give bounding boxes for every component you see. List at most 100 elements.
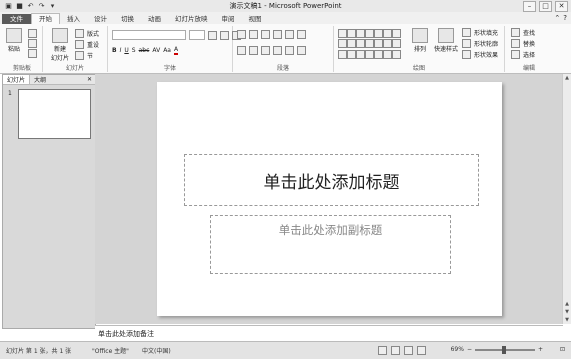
next-slide-icon[interactable]: ▼ <box>563 308 571 316</box>
zoom-slider-knob[interactable] <box>501 345 506 354</box>
shape-icon[interactable] <box>374 29 383 38</box>
reading-view-icon[interactable] <box>404 346 413 355</box>
quick-styles-button[interactable]: 快速样式 <box>434 28 458 53</box>
normal-view-icon[interactable] <box>378 346 387 355</box>
cut-icon[interactable] <box>28 29 37 38</box>
maximize-button[interactable]: □ <box>539 1 552 12</box>
slide-sorter-icon[interactable] <box>391 346 400 355</box>
replace-button[interactable]: 替换 <box>511 39 535 48</box>
shape-icon[interactable] <box>392 39 401 49</box>
shape-icon[interactable] <box>338 39 347 49</box>
underline-icon[interactable]: U <box>124 47 128 54</box>
slide-thumbnail[interactable] <box>18 89 91 139</box>
shape-icon[interactable] <box>338 29 347 38</box>
close-button[interactable]: ✕ <box>555 1 568 12</box>
subtitle-placeholder[interactable]: 单击此处添加副标题 <box>210 215 451 274</box>
shapes-gallery[interactable] <box>338 29 402 59</box>
prev-slide-icon[interactable]: ▲ <box>563 300 571 308</box>
shape-icon[interactable] <box>347 29 356 38</box>
zoom-level[interactable]: 69% <box>451 346 464 353</box>
decrease-indent-icon[interactable] <box>261 30 270 39</box>
layout-button[interactable]: 版式 <box>75 29 99 38</box>
align-right-icon[interactable] <box>261 46 270 55</box>
shape-effects-button[interactable]: 形状效果 <box>462 50 498 59</box>
font-name-combo[interactable] <box>112 30 186 40</box>
minimize-button[interactable]: – <box>523 1 536 12</box>
fit-to-window-icon[interactable]: ⊡ <box>560 346 565 353</box>
shape-icon[interactable] <box>356 29 365 38</box>
shape-icon[interactable] <box>383 29 392 38</box>
char-spacing-icon[interactable]: AV <box>152 47 160 54</box>
tab-view[interactable]: 视图 <box>242 14 269 24</box>
shape-icon[interactable] <box>347 49 356 59</box>
vertical-scrollbar[interactable]: ▲ ▲ ▼ ▼ <box>562 74 571 324</box>
shape-icon[interactable] <box>356 39 365 49</box>
align-center-icon[interactable] <box>249 46 258 55</box>
tab-slides-pane[interactable]: 幻灯片 <box>3 75 31 84</box>
language-indicator[interactable]: 中文(中国) <box>142 346 171 355</box>
line-spacing-icon[interactable] <box>285 30 294 39</box>
justify-icon[interactable] <box>273 46 282 55</box>
tab-outline-pane[interactable]: 大纲 <box>30 75 50 84</box>
zoom-out-icon[interactable]: − <box>467 346 472 353</box>
italic-icon[interactable]: I <box>120 47 122 54</box>
columns-icon[interactable] <box>285 46 294 55</box>
help-icon[interactable]: ? <box>563 14 567 22</box>
grow-font-icon[interactable] <box>208 30 217 40</box>
shape-icon[interactable] <box>347 39 356 49</box>
shape-icon[interactable] <box>374 49 383 59</box>
arrange-button[interactable]: 排列 <box>412 28 428 53</box>
shape-icon[interactable] <box>392 49 401 59</box>
scroll-up-icon[interactable]: ▲ <box>563 74 571 82</box>
align-left-icon[interactable] <box>237 46 246 55</box>
numbering-icon[interactable] <box>249 30 258 39</box>
font-color-icon[interactable]: A <box>173 46 179 55</box>
bullets-icon[interactable] <box>237 30 246 39</box>
zoom-in-icon[interactable]: + <box>538 346 543 353</box>
reset-button[interactable]: 重设 <box>75 40 99 49</box>
select-button[interactable]: 选择 <box>511 50 535 59</box>
shape-fill-button[interactable]: 形状填充 <box>462 28 498 37</box>
bold-icon[interactable]: B <box>112 47 117 54</box>
tab-animations[interactable]: 动画 <box>141 14 168 24</box>
shape-icon[interactable] <box>392 29 401 38</box>
zoom-slider[interactable] <box>474 345 535 354</box>
copy-icon[interactable] <box>28 39 37 48</box>
close-pane-icon[interactable]: ✕ <box>83 76 95 83</box>
shape-icon[interactable] <box>365 39 374 49</box>
tab-file[interactable]: 文件 <box>2 14 31 24</box>
text-direction-icon[interactable] <box>297 30 306 39</box>
tab-design[interactable]: 设计 <box>87 14 114 24</box>
minimize-ribbon-icon[interactable]: ⌃ <box>554 14 560 22</box>
shrink-font-icon[interactable] <box>220 30 229 40</box>
tab-home[interactable]: 开始 <box>31 13 60 24</box>
shape-icon[interactable] <box>365 49 374 59</box>
slideshow-icon[interactable] <box>417 346 426 355</box>
increase-indent-icon[interactable] <box>273 30 282 39</box>
shape-icon[interactable] <box>338 49 347 59</box>
align-text-icon[interactable] <box>297 46 306 55</box>
tab-transitions[interactable]: 切换 <box>114 14 141 24</box>
notes-pane[interactable]: 单击此处添加备注 <box>95 325 563 342</box>
tab-review[interactable]: 审阅 <box>215 14 242 24</box>
new-slide-button[interactable]: 新建 幻灯片 <box>51 28 69 62</box>
section-button[interactable]: 节 <box>75 51 93 60</box>
title-placeholder[interactable]: 单击此处添加标题 <box>184 154 479 206</box>
shape-icon[interactable] <box>374 39 383 49</box>
scroll-down-icon[interactable]: ▼ <box>563 316 571 324</box>
tab-insert[interactable]: 插入 <box>60 14 87 24</box>
find-button[interactable]: 查找 <box>511 28 535 37</box>
tab-slideshow[interactable]: 幻灯片放映 <box>168 14 215 24</box>
shadow-icon[interactable]: S <box>132 47 136 54</box>
shape-icon[interactable] <box>365 29 374 38</box>
shape-icon[interactable] <box>356 49 365 59</box>
strikethrough-icon[interactable]: abc <box>139 47 150 54</box>
shape-icon[interactable] <box>383 49 392 59</box>
shape-icon[interactable] <box>383 39 392 49</box>
format-painter-icon[interactable] <box>28 49 37 58</box>
paste-button[interactable]: 粘贴 <box>6 28 22 53</box>
font-size-combo[interactable] <box>189 30 205 40</box>
change-case-icon[interactable]: Aa <box>163 47 171 54</box>
shape-outline-button[interactable]: 形状轮廓 <box>462 39 498 48</box>
slide-canvas[interactable]: 单击此处添加标题 单击此处添加副标题 <box>157 82 502 316</box>
